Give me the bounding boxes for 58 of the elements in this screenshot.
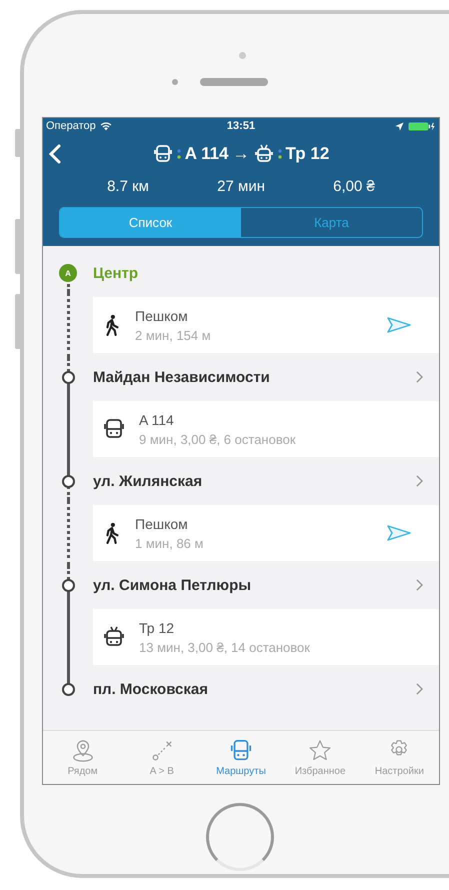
chevron-icon (416, 371, 423, 383)
stop-name: ул. Симона Петлюры (93, 576, 252, 594)
bus-icon (152, 144, 173, 164)
leg-details: 13 мин, 3,00 ₴, 14 остановок (139, 640, 311, 654)
origin-marker: A (59, 264, 77, 282)
route-dots-icon (176, 148, 181, 160)
leg-card[interactable]: Пешком 1 мин, 86 м (93, 505, 439, 561)
stop-row[interactable]: Майдан Независимости (43, 358, 439, 396)
leg-details: 1 мин, 86 м (135, 536, 204, 550)
map-pin-icon (70, 738, 95, 762)
carrier-name: Оператор (46, 120, 96, 132)
lens-icon (172, 79, 178, 85)
stop-name: пл. Московская (93, 680, 209, 698)
stop-name: Майдан Независимости (93, 368, 271, 386)
leg-title: Пешком (135, 308, 189, 324)
leg-card[interactable]: Пешком 2 мин, 154 м (93, 297, 439, 353)
trip-summary: 8.7 км (107, 178, 149, 195)
stop-row[interactable]: ул. Симона Петлюры (43, 566, 439, 604)
back-icon[interactable] (49, 144, 61, 164)
wifi-icon (100, 122, 112, 130)
chevron-icon (416, 475, 423, 487)
leg-details: 9 мин, 3,00 ₴, 6 остановок (139, 432, 297, 446)
stop-marker (62, 682, 75, 696)
star-icon (308, 738, 332, 762)
navigation-arrow-icon[interactable] (387, 525, 411, 541)
navigation-arrow-icon[interactable] (387, 317, 411, 333)
route-points-icon (150, 738, 174, 762)
stop-row[interactable]: ул. Жилянская (43, 462, 439, 500)
status-time: 13:51 (226, 120, 256, 132)
leg-card[interactable]: A 114 9 мин, 3,00 ₴, 6 остановок (93, 401, 439, 457)
chevron-icon (416, 579, 423, 591)
trolleybus-icon (103, 626, 125, 648)
speaker-icon (200, 78, 268, 86)
stop-name: Центр (93, 264, 140, 282)
route-number: A 114 (184, 144, 229, 164)
leg-title: Тр 12 (139, 620, 176, 636)
location-icon (394, 122, 404, 130)
route-dots-icon (278, 148, 282, 160)
route-number: Тр 12 (286, 144, 330, 164)
bus-icon (229, 738, 253, 762)
leg-title: Пешком (135, 516, 189, 532)
camera-icon (238, 52, 246, 59)
stop-name: ул. Жилянская (93, 472, 204, 490)
chevron-icon (416, 683, 423, 695)
stop-row[interactable]: пл. Московская (43, 670, 439, 708)
trip-summary: 6,00 ₴ (333, 178, 375, 195)
trolleybus-icon (254, 144, 274, 164)
stop-marker (62, 578, 75, 592)
leg-title: A 114 (139, 412, 175, 428)
leg-card[interactable]: Тр 12 13 мин, 3,00 ₴, 14 остановок (93, 609, 439, 665)
stop-marker (62, 474, 75, 488)
trip-summary: 27 мин (217, 178, 265, 195)
leg-details: 2 мин, 154 м (135, 328, 212, 342)
arrow-sign: → (232, 144, 250, 164)
bus-icon (103, 418, 125, 440)
battery-icon (408, 122, 436, 130)
home-button[interactable] (206, 803, 274, 871)
stop-marker (62, 370, 75, 384)
